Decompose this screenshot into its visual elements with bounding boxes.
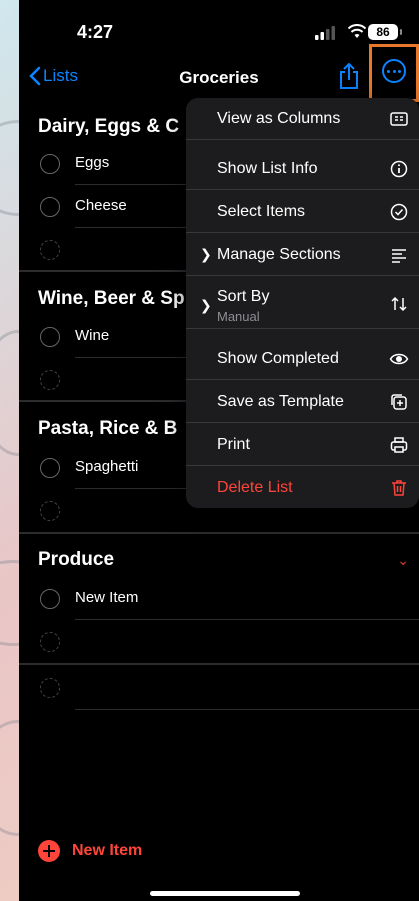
sort-by-value: Manual (217, 309, 260, 324)
menu-item-save-as-template[interactable]: Save as Template (186, 381, 419, 423)
menu-item-view-as-columns[interactable]: View as Columns (186, 98, 419, 140)
item-label[interactable]: Eggs (75, 154, 109, 171)
wifi-icon (348, 24, 366, 38)
item-label[interactable]: Wine (75, 327, 109, 344)
chevron-right-icon: ❯ (200, 297, 212, 313)
section-title[interactable]: Produce (38, 549, 114, 571)
section-title[interactable]: Pasta, Rice & B (38, 418, 177, 440)
cellular-signal-icon (315, 26, 335, 40)
section-title[interactable]: Wine, Beer & Sp (38, 288, 185, 310)
status-bar: 4:27 86 (19, 0, 419, 60)
new-item-label: New Item (72, 842, 143, 859)
item-label[interactable]: Spaghetti (75, 458, 138, 475)
sort-arrows-icon (391, 296, 407, 312)
checkbox-circle[interactable] (40, 327, 60, 347)
item-label[interactable]: Cheese (75, 197, 127, 214)
section-divider (19, 532, 419, 534)
reminders-app-screen: 4:27 86 Lists Groceries Dairy, Eggs & C … (19, 0, 419, 901)
checkmark-circle-icon (390, 203, 408, 221)
menu-item-select-items[interactable]: Select Items (186, 191, 419, 233)
placeholder-circle (40, 632, 60, 652)
menu-item-print[interactable]: Print (186, 424, 419, 466)
checkbox-circle[interactable] (40, 154, 60, 174)
chevron-right-icon: ❯ (200, 246, 212, 262)
placeholder-circle (40, 240, 60, 260)
status-time: 4:27 (77, 22, 114, 42)
eye-icon (389, 353, 409, 365)
info-icon (390, 160, 408, 178)
chevron-down-icon[interactable]: ⌄ (397, 552, 409, 569)
add-to-template-icon (391, 394, 407, 410)
list-lines-icon (392, 249, 406, 263)
checkbox-circle[interactable] (40, 589, 60, 609)
new-item-button[interactable]: New Item (38, 840, 142, 862)
item-label[interactable]: New Item (75, 589, 138, 606)
add-circle-icon (38, 840, 60, 862)
more-options-menu: View as Columns Show List Info Select It… (186, 98, 419, 508)
home-indicator[interactable] (150, 891, 300, 896)
menu-item-show-list-info[interactable]: Show List Info (186, 148, 419, 190)
placeholder-circle (40, 678, 60, 698)
more-button-highlight (369, 44, 419, 102)
empty-new-item-row[interactable] (19, 620, 419, 663)
more-options-icon[interactable] (382, 59, 406, 83)
checkbox-circle[interactable] (40, 197, 60, 217)
navigation-bar: Lists Groceries (19, 60, 419, 96)
menu-item-show-completed[interactable]: Show Completed (186, 338, 419, 380)
menu-item-delete-list[interactable]: Delete List (186, 467, 419, 508)
share-icon[interactable] (338, 62, 360, 90)
placeholder-circle (40, 370, 60, 390)
section-divider (19, 663, 419, 665)
menu-item-sort-by[interactable]: ❯ Sort By Manual (186, 277, 419, 329)
placeholder-circle (40, 501, 60, 521)
columns-icon (390, 112, 408, 126)
battery-indicator: 86 (368, 24, 402, 40)
empty-new-item-row[interactable] (19, 666, 419, 710)
trash-icon (392, 480, 406, 496)
checkbox-circle[interactable] (40, 458, 60, 478)
section-title[interactable]: Dairy, Eggs & C (38, 116, 179, 138)
list-item[interactable]: New Item (19, 577, 419, 620)
menu-item-manage-sections[interactable]: ❯ Manage Sections (186, 234, 419, 276)
printer-icon (390, 437, 408, 453)
